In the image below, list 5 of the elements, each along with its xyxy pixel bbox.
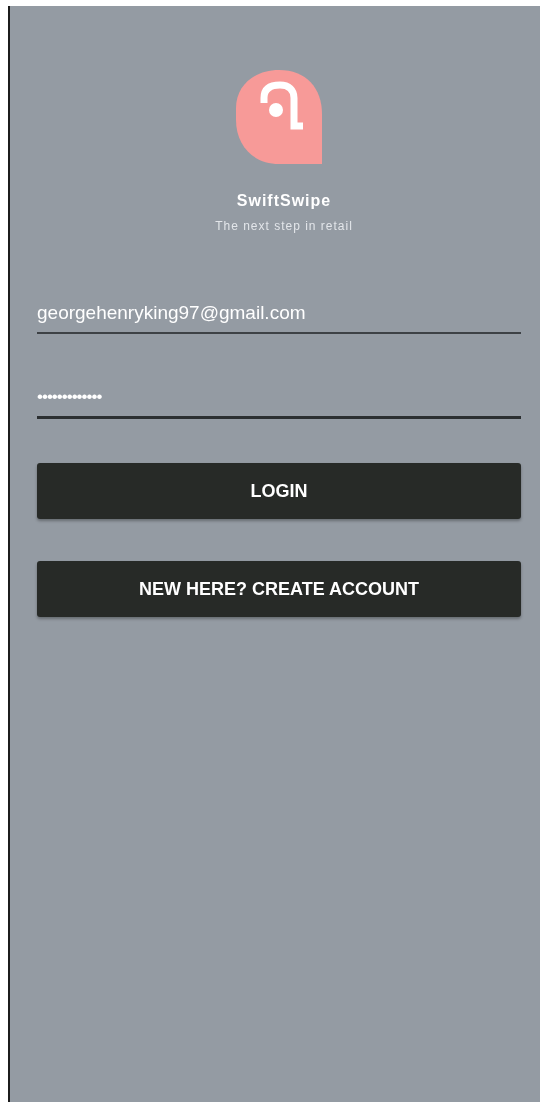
tagline: The next step in retail: [215, 219, 353, 233]
logo-icon: [236, 70, 322, 164]
app-name: SwiftSwipe: [236, 192, 332, 210]
login-button[interactable]: LOGIN: [37, 463, 521, 519]
create-account-button[interactable]: NEW HERE? CREATE ACCOUNT: [37, 561, 521, 617]
